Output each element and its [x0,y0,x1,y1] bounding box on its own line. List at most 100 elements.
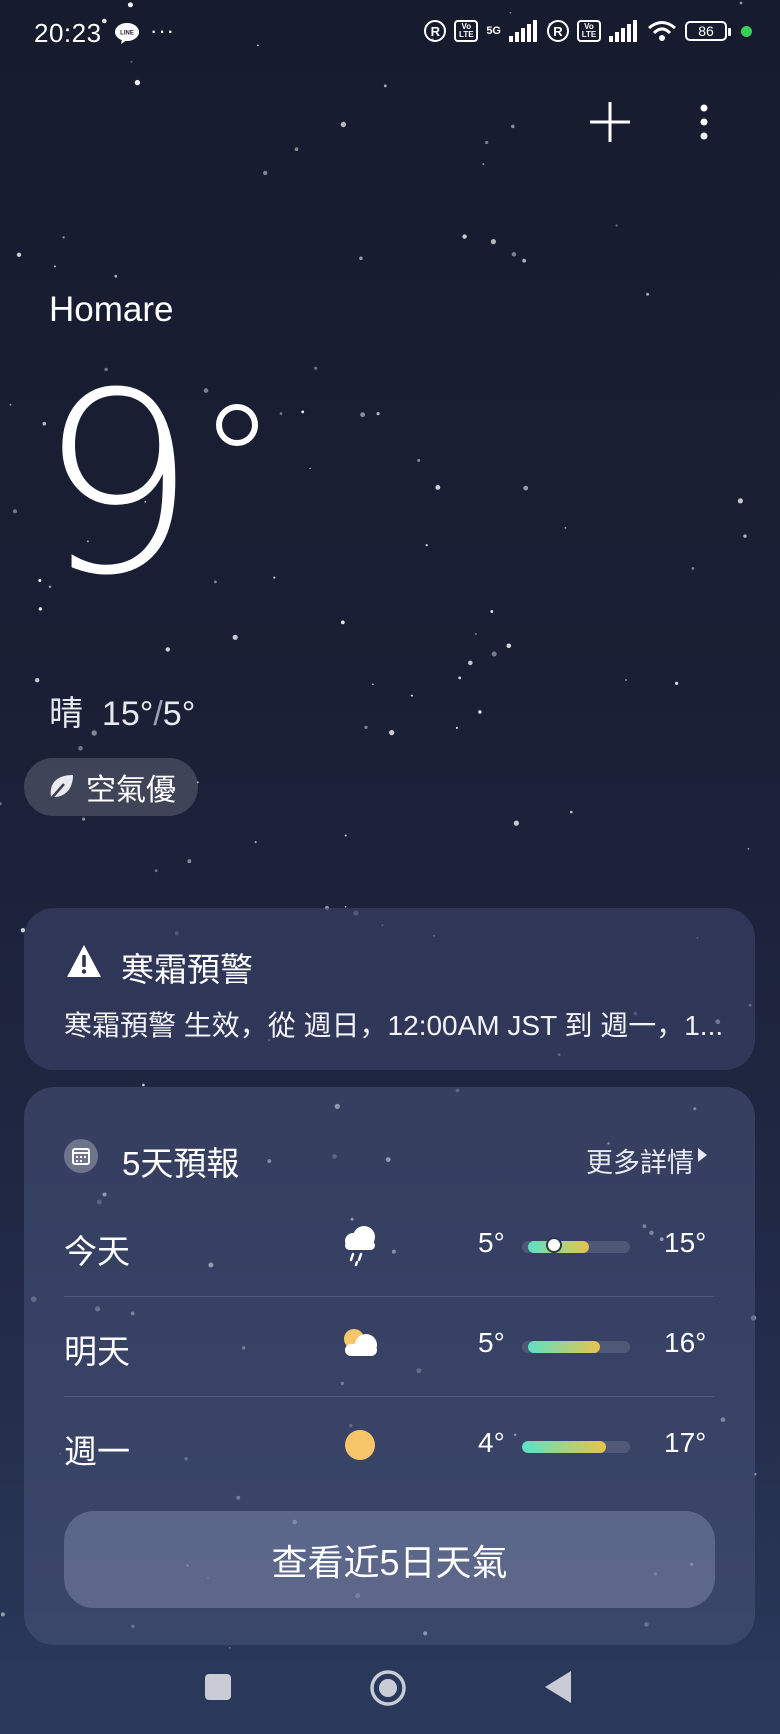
star [82,817,86,821]
leaf-icon [49,775,73,801]
temperature-range-bar [522,1241,630,1253]
star [737,498,744,504]
star [513,820,520,826]
condition-line: 晴 15°/5° [49,695,196,733]
star [455,726,458,729]
star [359,256,363,261]
forecast-high: 17° [664,1427,707,1458]
chevron-right-icon [698,1148,707,1162]
star [570,810,573,814]
range-fill [528,1341,600,1353]
forecast-high: 15° [664,1227,707,1258]
star [203,388,209,393]
forecast-low: 5° [478,1227,505,1258]
star [344,834,347,837]
star [372,683,374,685]
location-name: Homare [49,290,174,329]
star [739,1,743,5]
degree-symbol [216,404,258,446]
add-city-button[interactable] [588,100,632,144]
more-notifications-icon: ··· [150,18,175,43]
star [16,252,22,257]
privacy-indicator-dot [741,25,752,37]
forecast-day: 週一 [64,1433,130,1470]
forecast-high: 16° [664,1327,707,1358]
svg-text:LINE: LINE [120,31,134,37]
star [301,410,305,414]
rain-cloud-icon [345,1226,375,1267]
forecast-row-today[interactable]: 今天 5° 15° [64,1197,714,1297]
star [78,745,83,751]
forecast-low: 4° [478,1427,505,1458]
forecast-title: 5天預報 [122,1145,240,1182]
battery-icon: 86 [685,21,731,41]
star [478,710,482,714]
forecast-row-monday[interactable]: 週一 4° 17° [64,1397,714,1497]
star [314,366,318,370]
star [691,567,695,570]
star [62,236,65,239]
alert-title: 寒霜預警 [121,951,253,988]
star [511,124,515,129]
star [263,170,268,176]
star [360,412,365,418]
status-icons: R Vo LTE 5G R Vo LTE 86 [424,20,752,42]
star [490,239,496,245]
star [485,140,489,145]
condition-text: 晴 [49,695,83,733]
recent-apps-button[interactable] [205,1674,231,1700]
star [309,467,311,470]
star [675,681,679,686]
forecast-row-tomorrow[interactable]: 明天 5° 16° [64,1297,714,1397]
star [425,544,428,547]
forecast-day: 今天 [64,1233,130,1270]
star [410,694,413,697]
star [0,802,2,806]
star [187,859,192,864]
star [383,84,387,88]
range-fill [522,1441,607,1453]
star [254,841,257,844]
star [364,725,368,730]
star [130,60,133,63]
today-low: 5° [162,695,196,733]
volte-icon: Vo LTE [454,20,479,42]
star [417,458,421,462]
star [154,869,158,873]
air-quality-chip[interactable]: 空氣優 [24,758,198,816]
signal-icon-2 [609,20,637,42]
star [435,485,441,490]
star [279,412,283,415]
star [625,679,627,681]
star [0,1612,5,1617]
forecast-more-details-link[interactable]: 更多詳情 [586,1141,694,1180]
forecast-day: 明天 [64,1333,130,1370]
star [474,633,477,635]
star [509,11,512,14]
star [376,412,380,416]
temperature-range-bar [522,1341,630,1353]
star [273,576,276,579]
star [134,79,141,86]
star [458,676,462,680]
star [340,121,347,128]
star [522,258,526,263]
star [468,660,473,666]
signal-icon [509,20,537,42]
view-5-day-weather-button[interactable]: 查看近5日天氣 [64,1511,715,1608]
temperature-range-bar [522,1441,630,1453]
partly-cloudy-icon [344,1329,377,1356]
star [13,509,17,514]
star [340,620,345,625]
star [165,647,170,652]
more-options-button[interactable] [692,100,716,144]
star [506,643,512,649]
star [490,610,494,613]
home-button[interactable] [369,1669,407,1707]
status-time: 20:23 [34,18,102,48]
back-button[interactable] [543,1670,573,1704]
star [564,527,567,529]
star [214,580,217,584]
current-temperature: 9 [38,339,198,630]
wifi-icon [648,21,676,41]
